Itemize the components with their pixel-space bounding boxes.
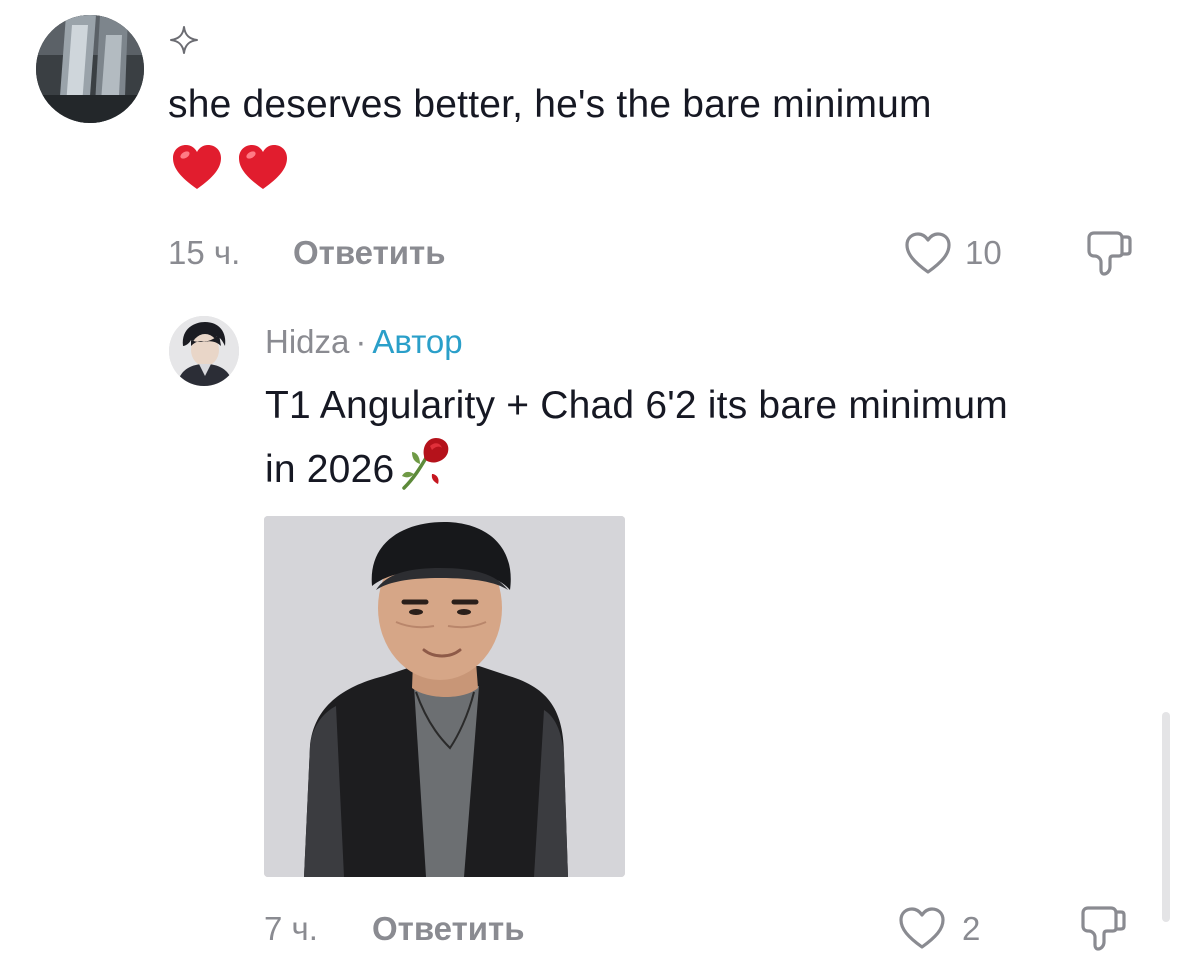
comment-text-block: T1 Angularity + Chad 6'2 its bare minimu… — [265, 378, 1045, 498]
avatar-image — [169, 316, 239, 386]
wilted-rose-emoji — [402, 438, 449, 490]
sparkle-icon — [170, 26, 198, 54]
dislike-icon[interactable] — [1077, 903, 1127, 953]
reply-button[interactable]: Ответить — [372, 910, 525, 948]
like-count: 2 — [962, 910, 981, 947]
comment-timestamp: 15 ч. — [168, 234, 241, 271]
separator-dot: · — [355, 323, 367, 360]
author-badge: Автор — [372, 323, 463, 360]
like-count: 10 — [965, 234, 1002, 271]
like-heart-icon[interactable] — [897, 905, 947, 951]
author-avatar[interactable] — [169, 316, 239, 386]
commenter-avatar[interactable] — [36, 15, 144, 123]
comment-attached-image[interactable] — [264, 516, 625, 877]
like-heart-icon[interactable] — [903, 230, 953, 276]
comment-timestamp: 7 ч. — [264, 910, 318, 947]
comment-author-line: Hidza · Автор — [265, 323, 463, 361]
author-name[interactable]: Hidza — [265, 323, 349, 360]
attached-photo — [264, 516, 625, 877]
avatar-image — [36, 15, 144, 123]
comment-emoji-row — [170, 141, 298, 195]
reply-button[interactable]: Ответить — [293, 234, 446, 272]
dislike-icon[interactable] — [1083, 228, 1133, 278]
scrollbar[interactable] — [1162, 712, 1170, 922]
heart-emoji — [239, 145, 288, 189]
comment-text: she deserves better, he's the bare minim… — [168, 83, 932, 126]
heart-emoji — [173, 145, 221, 189]
comment-text: T1 Angularity + Chad 6'2 its bare minimu… — [265, 384, 1008, 491]
